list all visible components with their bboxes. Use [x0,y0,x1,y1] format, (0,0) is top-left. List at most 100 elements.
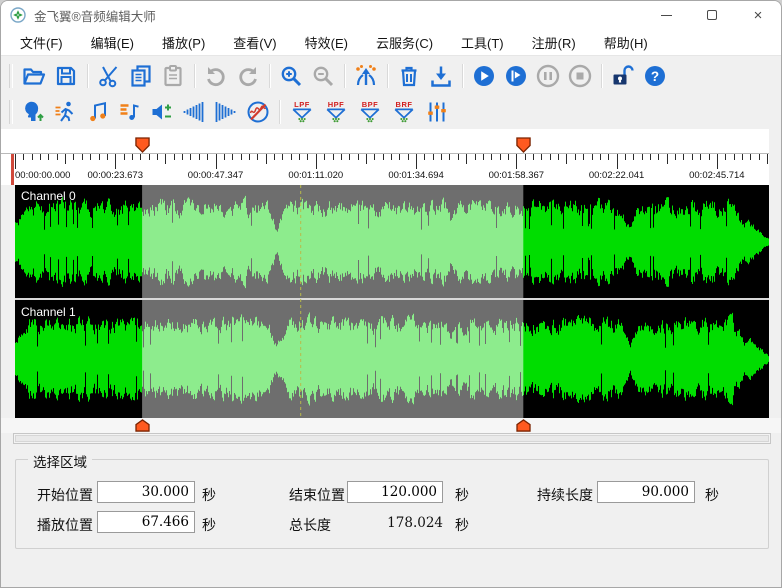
voice-button[interactable] [19,96,49,128]
play-selection-button[interactable] [501,60,531,92]
fade-in-icon [182,100,206,124]
lock-button[interactable] [608,60,638,92]
ruler-tick [742,154,743,160]
redo-icon [236,64,260,88]
play-position-input[interactable] [97,511,195,533]
help-icon: ? [643,64,667,88]
noise-reduction-button[interactable] [243,96,273,128]
pause-button[interactable] [533,60,563,92]
menu-item-help[interactable]: 帮助(H) [595,30,657,55]
music-notes-button[interactable] [83,96,113,128]
ruler-tick [107,154,108,160]
duration-input[interactable] [597,481,695,503]
time-ruler[interactable] [1,153,769,169]
selection-end-marker-top[interactable] [516,137,531,153]
menu-item-view[interactable]: 查看(V) [224,30,285,55]
ruler-tick [759,154,760,160]
title-bar: 金飞翼®音频编辑大师 × [1,1,781,29]
zoom-in-button[interactable] [276,60,306,92]
window-title: 金飞翼®音频编辑大师 [34,6,156,25]
toolbar-gripper[interactable] [9,64,13,88]
ruler-tick [82,154,83,160]
ruler-tick [592,154,593,160]
undo-button[interactable] [201,60,231,92]
ruler-tick [358,154,359,160]
redo-button[interactable] [233,60,263,92]
ruler-tick [608,154,609,160]
ruler-tick [424,154,425,160]
ruler-tick [307,154,308,160]
ruler-tick [667,154,668,164]
note-equalizer-button[interactable] [115,96,145,128]
menu-item-edit[interactable]: 编辑(E) [82,30,143,55]
insert-button[interactable] [426,60,456,92]
maximize-button[interactable] [689,1,735,29]
ruler-tick [550,154,551,160]
channel-0-label: Channel 0 [21,189,76,203]
band-reject-filter-button[interactable]: BRF [388,96,420,128]
zoom-out-button[interactable] [308,60,338,92]
minimize-button[interactable] [643,1,689,29]
waveform-display[interactable] [15,185,769,418]
ruler-tick [132,154,133,160]
total-length-label: 总长度 [289,515,331,535]
copy-button[interactable] [126,60,156,92]
end-position-input[interactable] [347,481,443,503]
menu-item-effects[interactable]: 特效(E) [296,30,357,55]
selection-groupbox-legend: 选择区域 [28,451,92,471]
low-pass-filter-button[interactable]: LPF [286,96,318,128]
toolbar-gripper[interactable] [9,100,13,124]
open-file-button[interactable] [19,60,49,92]
volume-button[interactable] [147,96,177,128]
band-pass-filter-button[interactable]: BPF [354,96,386,128]
end-position-label: 结束位置 [289,485,345,505]
sliders-button[interactable] [422,96,452,128]
fade-in-button[interactable] [179,96,209,128]
ruler-time-label: 00:01:11.020 [288,170,343,181]
menu-item-cloud[interactable]: 云服务(C) [367,30,442,55]
menu-item-register[interactable]: 注册(R) [523,30,585,55]
ruler-tick [274,154,275,160]
scrollbar-thumb[interactable] [15,435,769,442]
help-button[interactable]: ? [640,60,670,92]
horizontal-scrollbar[interactable] [13,433,771,444]
start-position-input[interactable] [97,481,195,503]
ruler-tick [266,154,267,164]
selection-end-marker-bottom[interactable] [516,419,531,432]
ruler-tick [349,154,350,160]
delete-button[interactable] [394,60,424,92]
time-ruler-labels: 00:00:00.00000:00:23.67300:00:47.34700:0… [1,169,769,185]
ruler-tick [483,154,484,160]
waveform-canvas[interactable] [15,185,769,418]
menu-item-tools[interactable]: 工具(T) [452,30,513,55]
ruler-time-label: 00:02:45.714 [689,170,744,181]
toolbar-separator [194,64,195,88]
play-icon [472,64,496,88]
tempo-button[interactable] [51,96,81,128]
play-button[interactable] [469,60,499,92]
ruler-tick [675,154,676,160]
paste-button[interactable] [158,60,188,92]
ruler-tick [99,154,100,160]
toolbar-separator [87,64,88,88]
save-file-button[interactable] [51,60,81,92]
selection-start-marker-bottom[interactable] [135,419,150,432]
timeline-ruler-area: 00:00:00.00000:00:23.67300:00:47.34700:0… [1,129,769,185]
ruler-tick [216,154,217,169]
low-pass-filter-icon [291,108,313,123]
menu-item-play[interactable]: 播放(P) [153,30,214,55]
delete-icon [397,64,421,88]
open-file-icon [22,64,46,88]
ruler-tick [466,154,467,164]
ruler-tick [65,154,66,164]
high-pass-filter-button[interactable]: HPF [320,96,352,128]
stop-button[interactable] [565,60,595,92]
cut-button[interactable] [94,60,124,92]
fade-out-button[interactable] [211,96,241,128]
mix-button[interactable] [351,60,381,92]
selection-start-marker-top[interactable] [135,137,150,153]
close-button[interactable]: × [735,1,781,29]
menu-item-file[interactable]: 文件(F) [11,30,72,55]
end-position-unit: 秒 [455,485,469,505]
total-length-unit: 秒 [455,515,469,535]
